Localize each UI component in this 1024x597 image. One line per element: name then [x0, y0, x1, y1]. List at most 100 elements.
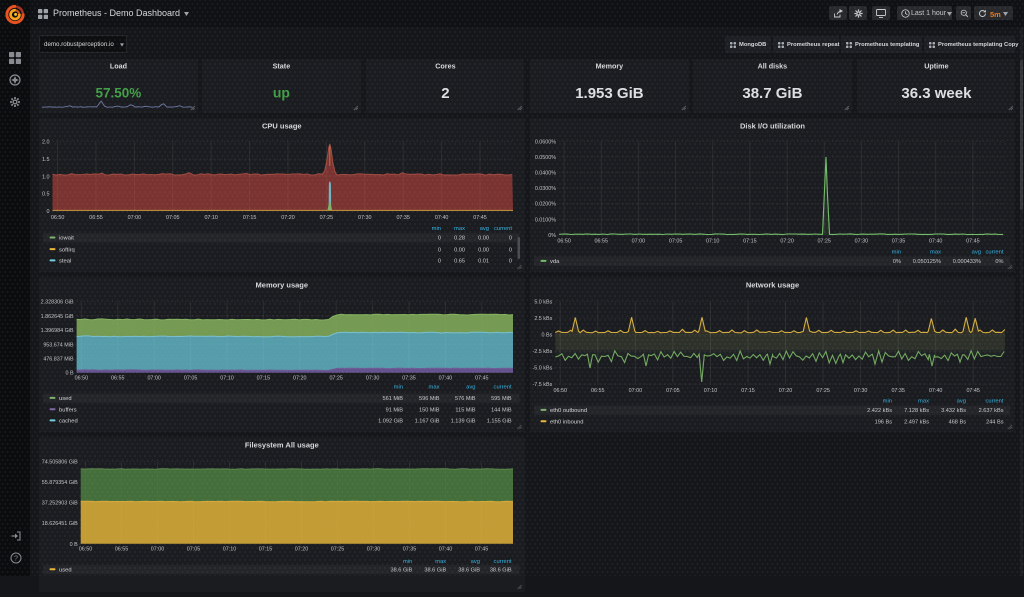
svg-text:06:55: 06:55 — [591, 387, 605, 393]
svg-text:2.5 kBs: 2.5 kBs — [534, 316, 552, 322]
svg-text:57.50%: 57.50% — [96, 85, 142, 100]
svg-text:State: State — [273, 62, 291, 71]
svg-text:eth0 inbound: eth0 inbound — [550, 419, 584, 425]
svg-text:-7.5 kBs: -7.5 kBs — [533, 382, 553, 388]
svg-text:38.6 GiB: 38.6 GiB — [458, 567, 480, 573]
svg-text:07:00: 07:00 — [151, 546, 165, 552]
svg-text:0: 0 — [438, 247, 441, 253]
svg-text:07:10: 07:10 — [204, 214, 218, 220]
svg-text:07:15: 07:15 — [741, 387, 755, 393]
svg-text:0: 0 — [509, 247, 512, 253]
svg-text:06:50: 06:50 — [79, 546, 93, 552]
svg-text:Disk I/O utilization: Disk I/O utilization — [740, 121, 805, 130]
svg-text:07:45: 07:45 — [475, 375, 489, 381]
svg-text:150 MiB: 150 MiB — [419, 407, 440, 413]
svg-text:38.6 GiB: 38.6 GiB — [490, 567, 512, 573]
svg-text:0%: 0% — [893, 259, 901, 265]
svg-text:avg: avg — [466, 384, 475, 390]
svg-text:07:45: 07:45 — [475, 546, 489, 552]
svg-text:07:45: 07:45 — [966, 387, 980, 393]
svg-text:0: 0 — [509, 258, 512, 264]
svg-text:91 MiB: 91 MiB — [386, 407, 404, 413]
svg-text:2.328306 GiB: 2.328306 GiB — [41, 299, 74, 305]
svg-text:07:00: 07:00 — [632, 238, 646, 244]
svg-text:55.879354 GiB: 55.879354 GiB — [42, 480, 78, 486]
svg-text:07:25: 07:25 — [331, 546, 345, 552]
svg-text:07:10: 07:10 — [704, 387, 718, 393]
svg-text:74.505806 GiB: 74.505806 GiB — [42, 459, 78, 465]
svg-text:2.637 kBs: 2.637 kBs — [979, 408, 1004, 414]
svg-text:0.0500%: 0.0500% — [535, 155, 556, 161]
svg-text:06:50: 06:50 — [554, 387, 568, 393]
svg-text:0 Bs: 0 Bs — [542, 332, 553, 338]
svg-text:07:35: 07:35 — [402, 375, 416, 381]
svg-text:07:20: 07:20 — [293, 375, 307, 381]
svg-text:07:15: 07:15 — [243, 214, 257, 220]
svg-text:196 Bs: 196 Bs — [875, 419, 893, 425]
svg-text:2.0: 2.0 — [42, 139, 50, 145]
svg-text:2.422 kBs: 2.422 kBs — [867, 408, 892, 414]
svg-text:0 B: 0 B — [70, 541, 78, 547]
svg-text:07:30: 07:30 — [358, 214, 372, 220]
svg-text:0.01: 0.01 — [478, 258, 489, 264]
svg-text:144 MiB: 144 MiB — [491, 407, 512, 413]
svg-text:Uptime: Uptime — [924, 62, 948, 71]
svg-text:0.0400%: 0.0400% — [535, 170, 556, 176]
svg-text:Cores: Cores — [435, 62, 455, 71]
svg-text:576 MiB: 576 MiB — [455, 396, 476, 402]
svg-text:07:35: 07:35 — [891, 387, 905, 393]
svg-text:current: current — [494, 226, 512, 232]
svg-text:0.0600%: 0.0600% — [535, 139, 556, 145]
svg-text:0.0100%: 0.0100% — [535, 217, 556, 223]
svg-text:0.00: 0.00 — [454, 247, 465, 253]
svg-text:current: current — [985, 249, 1003, 255]
svg-text:1.953 GiB: 1.953 GiB — [575, 85, 644, 102]
svg-text:cached: cached — [59, 418, 78, 424]
svg-text:min: min — [892, 249, 901, 255]
svg-text:38.7 GiB: 38.7 GiB — [743, 85, 803, 102]
svg-text:used: used — [59, 567, 72, 573]
svg-text:1.155 GiB: 1.155 GiB — [487, 418, 512, 424]
svg-text:06:50: 06:50 — [75, 375, 89, 381]
svg-text:avg: avg — [480, 226, 489, 232]
svg-text:07:20: 07:20 — [780, 238, 794, 244]
svg-text:07:10: 07:10 — [706, 238, 720, 244]
svg-text:0: 0 — [438, 258, 441, 264]
svg-text:0: 0 — [438, 235, 441, 241]
svg-text:current: current — [494, 384, 512, 390]
svg-text:up: up — [273, 84, 290, 100]
svg-text:0: 0 — [509, 235, 512, 241]
svg-text:596 MiB: 596 MiB — [419, 396, 440, 402]
svg-text:07:40: 07:40 — [435, 214, 449, 220]
svg-text:min: min — [403, 558, 412, 564]
svg-text:561 MiB: 561 MiB — [382, 396, 403, 402]
svg-text:07:45: 07:45 — [966, 238, 980, 244]
svg-text:buffers: buffers — [59, 407, 77, 413]
svg-text:07:35: 07:35 — [403, 546, 417, 552]
svg-text:avg: avg — [972, 249, 981, 255]
svg-text:38.6 GiB: 38.6 GiB — [424, 567, 446, 573]
svg-text:0 B: 0 B — [66, 370, 74, 376]
svg-text:06:55: 06:55 — [595, 238, 609, 244]
svg-text:0.000433%: 0.000433% — [953, 259, 981, 265]
svg-text:07:45: 07:45 — [473, 214, 487, 220]
svg-text:5.0 kBs: 5.0 kBs — [534, 299, 552, 305]
svg-text:max: max — [930, 249, 941, 255]
svg-text:07:15: 07:15 — [743, 238, 757, 244]
svg-text:07:40: 07:40 — [439, 375, 453, 381]
svg-text:07:30: 07:30 — [367, 546, 381, 552]
svg-text:avg: avg — [957, 398, 966, 404]
svg-text:0.00: 0.00 — [478, 235, 489, 241]
svg-text:0%: 0% — [995, 259, 1003, 265]
svg-text:max: max — [429, 384, 440, 390]
svg-text:07:20: 07:20 — [295, 546, 309, 552]
svg-text:07:00: 07:00 — [147, 375, 161, 381]
svg-text:07:40: 07:40 — [929, 238, 943, 244]
svg-text:0: 0 — [47, 209, 50, 215]
svg-text:All disks: All disks — [758, 62, 788, 71]
svg-text:07:30: 07:30 — [855, 238, 869, 244]
svg-text:06:55: 06:55 — [111, 375, 125, 381]
svg-text:18.626451 GiB: 18.626451 GiB — [42, 521, 78, 527]
svg-text:07:30: 07:30 — [366, 375, 380, 381]
svg-text:2.497 kBs: 2.497 kBs — [904, 419, 929, 425]
